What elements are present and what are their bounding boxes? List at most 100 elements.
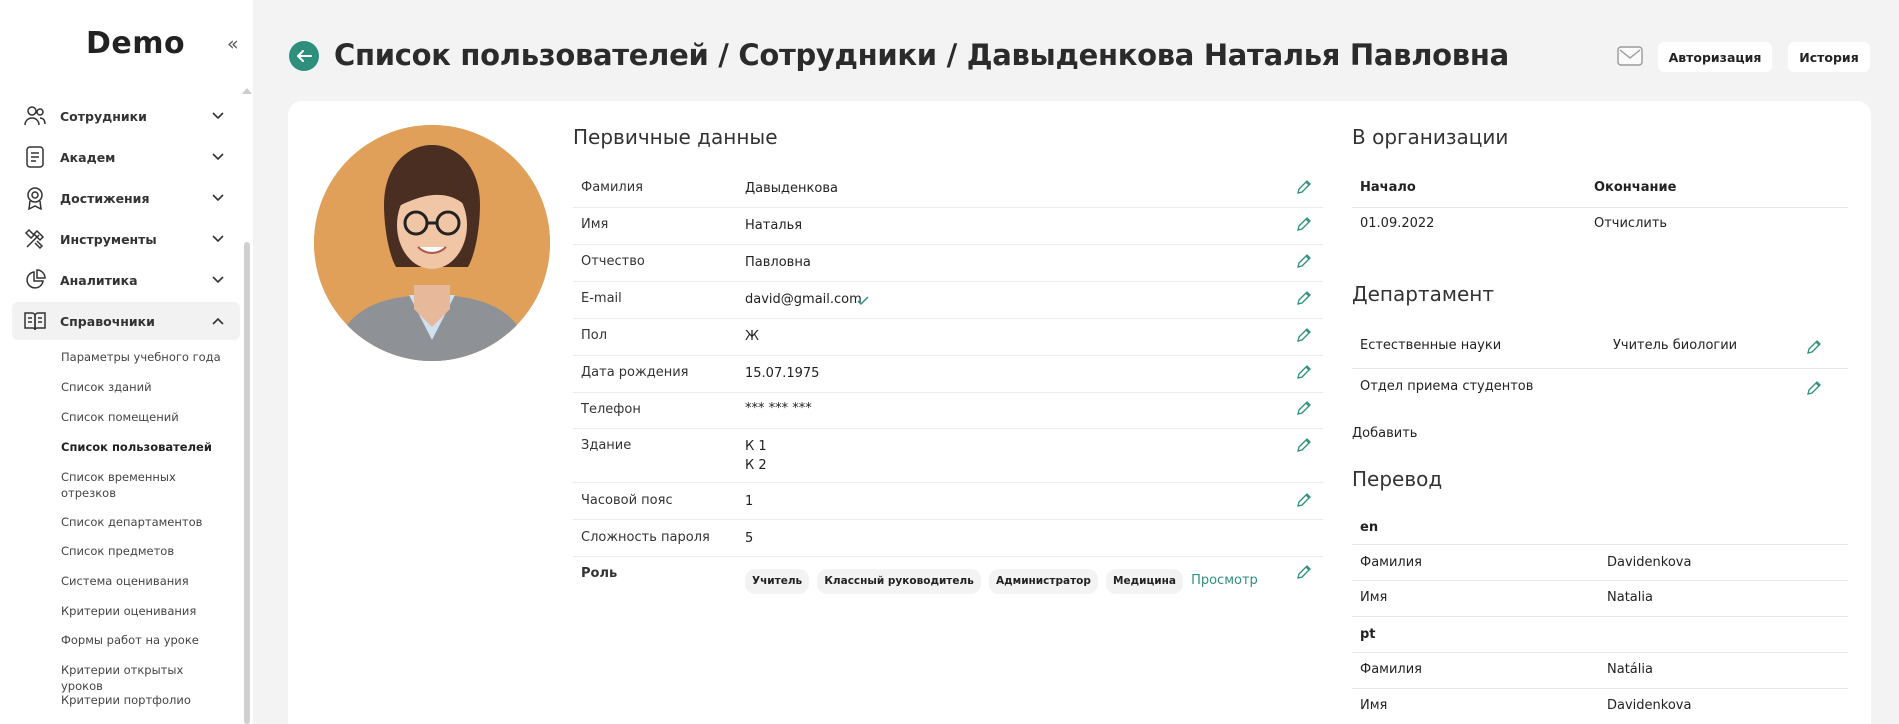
divider — [1352, 207, 1848, 208]
app-logo: Demo — [86, 26, 186, 61]
field-value: Павловна — [745, 255, 811, 270]
role-chips: Учитель Классный руководитель Администра… — [745, 569, 1258, 594]
edit-icon[interactable] — [1296, 564, 1312, 580]
field-label: E-mail — [581, 291, 622, 306]
field-row-email: E-mail david@gmail.com — [573, 282, 1323, 319]
translation-value: Davidenkova — [1607, 698, 1692, 713]
sidebar-subitem-users[interactable]: Список пользователей — [61, 439, 221, 455]
sidebar-item-achievements[interactable]: Достижения — [12, 179, 240, 217]
translation-value: Natalia — [1607, 590, 1653, 605]
page-title: Список пользователей / Сотрудники / Давы… — [334, 38, 1509, 72]
edit-icon[interactable] — [1296, 492, 1312, 508]
sidebar-item-directories[interactable]: Справочники — [12, 302, 240, 340]
role-chip: Учитель — [745, 569, 810, 594]
field-value: david@gmail.com — [745, 292, 862, 307]
sidebar-scrollbar[interactable] — [244, 242, 250, 724]
sidebar-item-label: Академ — [60, 149, 116, 165]
history-button[interactable]: История — [1788, 42, 1870, 72]
expel-link[interactable]: Отчислить — [1594, 216, 1667, 231]
pie-chart-icon — [20, 265, 50, 295]
sidebar-subitem-subjects[interactable]: Список предметов — [61, 543, 221, 559]
sidebar-subitem-grading-criteria[interactable]: Критерии оценивания — [61, 603, 221, 619]
edit-icon[interactable] — [1806, 380, 1822, 396]
edit-icon[interactable] — [1296, 216, 1312, 232]
field-label: Часовой пояс — [581, 493, 673, 508]
primary-data-title: Первичные данные — [573, 125, 778, 149]
sidebar: Demo « Сотрудники Академ Достижения Инст… — [0, 0, 253, 724]
field-value: Ж — [745, 329, 760, 344]
back-button[interactable] — [289, 41, 319, 71]
edit-icon[interactable] — [1296, 364, 1312, 380]
chevron-up-icon — [208, 317, 228, 325]
sidebar-item-academ[interactable]: Академ — [12, 138, 240, 176]
divider — [1352, 616, 1848, 617]
sidebar-item-employees[interactable]: Сотрудники — [12, 97, 240, 135]
field-label: Телефон — [581, 402, 641, 417]
authorization-button[interactable]: Авторизация — [1658, 42, 1772, 72]
sidebar-subitem-lesson-work-forms[interactable]: Формы работ на уроке — [61, 632, 221, 648]
arrow-left-icon — [297, 50, 312, 62]
chevron-down-icon — [208, 112, 228, 120]
verified-check-icon — [857, 291, 869, 310]
edit-icon[interactable] — [1296, 179, 1312, 195]
sidebar-subitem-portfolio-criteria[interactable]: Критерии портфолио — [61, 692, 221, 708]
field-row-birthdate: Дата рождения 15.07.1975 — [573, 356, 1323, 393]
edit-icon[interactable] — [1296, 290, 1312, 306]
sidebar-subitem-departments[interactable]: Список департаментов — [61, 514, 221, 530]
sidebar-item-label: Инструменты — [60, 231, 157, 247]
field-value: К 2 — [745, 458, 767, 473]
field-row-name: Имя Наталья — [573, 208, 1323, 245]
users-icon — [20, 101, 50, 131]
sidebar-subitem-open-lesson-criteria[interactable]: Критерии открытых уроков — [61, 662, 221, 694]
scroll-up-icon[interactable] — [242, 88, 252, 94]
field-value: К 1 — [745, 439, 767, 454]
translation-title: Перевод — [1352, 467, 1443, 491]
book-icon — [20, 306, 50, 336]
translation-label: Фамилия — [1360, 662, 1422, 677]
sidebar-subitem-grading-system[interactable]: Система оценивания — [61, 573, 221, 589]
organization-title: В организации — [1352, 125, 1509, 149]
edit-icon[interactable] — [1296, 253, 1312, 269]
view-roles-link[interactable]: Просмотр — [1191, 573, 1258, 588]
divider — [1352, 368, 1848, 369]
field-row-timezone: Часовой пояс 1 — [573, 483, 1323, 520]
field-label: Имя — [581, 217, 609, 232]
sidebar-item-label: Достижения — [60, 190, 150, 206]
mail-icon — [1617, 46, 1643, 66]
sidebar-subitem-academic-year[interactable]: Параметры учебного года — [61, 349, 221, 365]
sidebar-item-tools[interactable]: Инструменты — [12, 220, 240, 258]
role-chip: Классный руководитель — [817, 569, 981, 594]
start-column-header: Начало — [1360, 180, 1416, 195]
language-code: pt — [1360, 627, 1376, 642]
edit-icon[interactable] — [1806, 339, 1822, 355]
sidebar-item-label: Справочники — [60, 313, 155, 329]
sidebar-item-analytics[interactable]: Аналитика — [12, 261, 240, 299]
field-row-patronymic: Отчество Павловна — [573, 245, 1323, 282]
field-row-building: Здание К 1 К 2 — [573, 429, 1323, 483]
end-column-header: Окончание — [1594, 180, 1677, 195]
translation-label: Имя — [1360, 590, 1388, 605]
sidebar-subitem-buildings[interactable]: Список зданий — [61, 379, 221, 395]
collapse-sidebar-icon[interactable]: « — [227, 33, 239, 55]
add-department-link[interactable]: Добавить — [1352, 426, 1417, 441]
field-row-password-complexity: Сложность пароля 5 — [573, 520, 1323, 557]
field-row-role: Роль Учитель Классный руководитель Админ… — [573, 557, 1323, 597]
chevron-down-icon — [208, 194, 228, 202]
field-value: *** *** *** — [745, 401, 812, 416]
department-position: Учитель биологии — [1613, 338, 1738, 353]
mail-button[interactable] — [1616, 44, 1644, 68]
sidebar-subitem-rooms[interactable]: Список помещений — [61, 409, 221, 425]
sidebar-subitem-time-periods[interactable]: Список временных отрезков — [61, 469, 181, 501]
department-title: Департамент — [1352, 282, 1494, 306]
field-label: Здание — [581, 438, 632, 453]
sidebar-item-label: Аналитика — [60, 272, 138, 288]
language-code: en — [1360, 520, 1379, 535]
edit-icon[interactable] — [1296, 327, 1312, 343]
edit-icon[interactable] — [1296, 437, 1312, 453]
start-date-link[interactable]: 01.09.2022 — [1360, 216, 1434, 231]
edit-icon[interactable] — [1296, 400, 1312, 416]
department-name: Естественные науки — [1360, 338, 1502, 353]
translation-value: Natália — [1607, 662, 1653, 677]
role-chip: Администратор — [989, 569, 1098, 594]
sidebar-item-label: Сотрудники — [60, 108, 147, 124]
